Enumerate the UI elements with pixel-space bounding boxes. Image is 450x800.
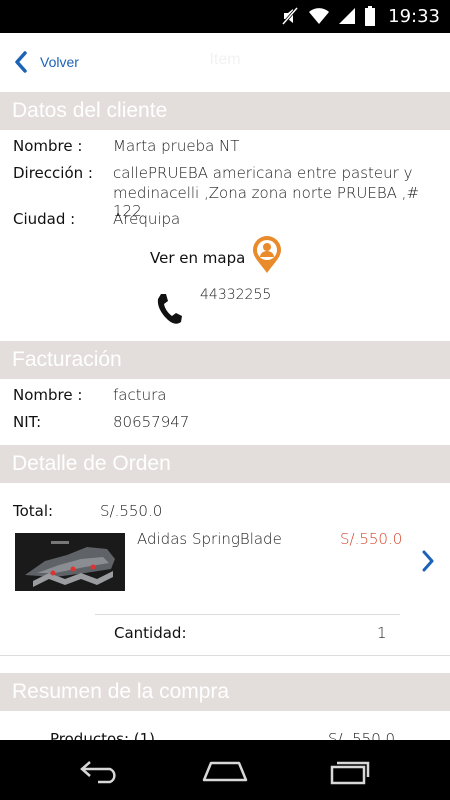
client-city-label: Ciudad : <box>13 210 76 228</box>
order-divider <box>95 614 400 615</box>
section-header-summary: Resumen de la compra <box>0 673 450 711</box>
phone-icon[interactable] <box>155 292 183 326</box>
billing-name-value: factura <box>113 386 167 404</box>
view-map-label: Ver en mapa <box>150 249 246 267</box>
quantity-value: 1 <box>377 624 387 642</box>
wifi-icon <box>309 8 330 24</box>
battery-icon <box>365 6 376 26</box>
client-name-value: Marta prueba NT <box>113 137 240 155</box>
product-name: Adidas SpringBlade <box>137 530 282 548</box>
quantity-label: Cantidad: <box>114 624 187 642</box>
home-icon <box>202 761 248 782</box>
client-name-label: Nombre : <box>13 137 83 155</box>
order-item-row[interactable]: Adidas SpringBlade S/.550.0 <box>0 528 450 592</box>
map-pin-icon <box>253 236 282 273</box>
recent-apps-icon <box>330 761 370 785</box>
signal-icon <box>339 8 356 24</box>
system-nav-bar <box>0 740 450 800</box>
status-bar: 19:33 <box>0 0 450 33</box>
order-total-value: S/.550.0 <box>100 502 163 520</box>
client-address-label: Dirección : <box>13 164 93 182</box>
page-title: Item <box>209 51 241 68</box>
view-map-link[interactable]: Ver en mapa <box>150 236 283 274</box>
section-header-billing: Facturación <box>0 341 450 379</box>
chevron-right-icon[interactable] <box>421 550 435 572</box>
system-back-button[interactable] <box>70 755 130 787</box>
system-home-button[interactable] <box>195 755 255 787</box>
section-divider <box>0 655 450 656</box>
back-arrow-icon <box>80 761 116 784</box>
system-recents-button[interactable] <box>320 755 380 787</box>
billing-nit-value: 80657947 <box>113 413 190 431</box>
nav-bar: Volver Item <box>0 33 450 91</box>
client-address-line1: callePRUEBA americana entre pasteur y <box>113 164 413 182</box>
billing-name-label: Nombre : <box>13 386 83 404</box>
order-total-label: Total: <box>13 502 54 520</box>
section-header-client: Datos del cliente <box>0 92 450 130</box>
billing-nit-label: NIT: <box>13 413 42 431</box>
status-time: 19:33 <box>388 5 440 27</box>
status-icons: 19:33 <box>280 5 440 27</box>
product-image <box>15 533 125 591</box>
client-phone[interactable]: 44332255 <box>200 287 271 303</box>
mute-icon <box>281 7 299 25</box>
client-city-value: Arequipa <box>113 210 181 228</box>
section-header-order: Detalle de Orden <box>0 445 450 483</box>
product-price: S/.550.0 <box>340 530 403 548</box>
